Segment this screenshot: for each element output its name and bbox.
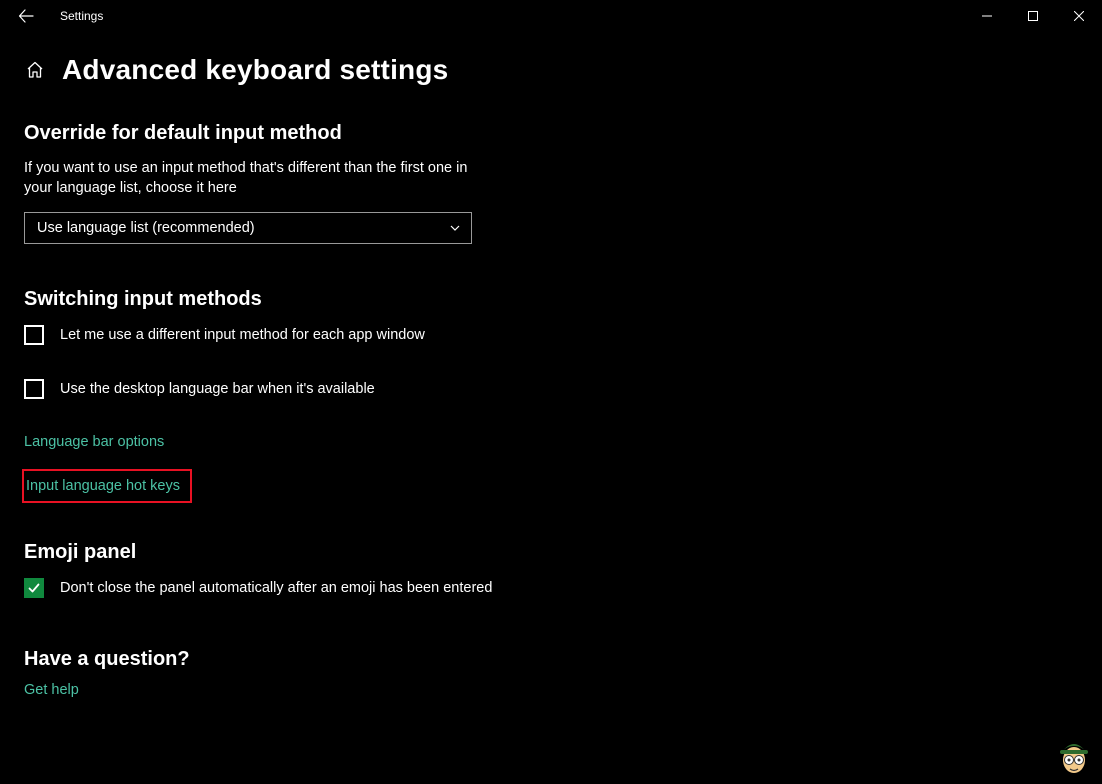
checkbox-per-app-label: Let me use a different input method for … bbox=[60, 327, 425, 343]
page-header: Advanced keyboard settings bbox=[24, 54, 1102, 86]
checkbox-row-language-bar: Use the desktop language bar when it's a… bbox=[24, 379, 1102, 399]
override-description: If you want to use an input method that'… bbox=[24, 159, 474, 198]
override-heading: Override for default input method bbox=[24, 122, 1102, 145]
maximize-icon bbox=[1028, 11, 1038, 21]
chevron-down-icon bbox=[449, 222, 461, 234]
checkbox-per-app[interactable] bbox=[24, 325, 44, 345]
minimize-icon bbox=[982, 11, 992, 21]
maximize-button[interactable] bbox=[1010, 0, 1056, 32]
input-language-hotkeys-link[interactable]: Input language hot keys bbox=[26, 478, 180, 494]
switching-heading: Switching input methods bbox=[24, 288, 1102, 311]
checkbox-row-per-app: Let me use a different input method for … bbox=[24, 325, 1102, 345]
checkbox-language-bar-label: Use the desktop language bar when it's a… bbox=[60, 381, 375, 397]
checkbox-emoji-panel[interactable] bbox=[24, 578, 44, 598]
dropdown-value: Use language list (recommended) bbox=[37, 220, 255, 236]
highlighted-link-box: Input language hot keys bbox=[22, 469, 192, 503]
language-bar-options-link[interactable]: Language bar options bbox=[24, 434, 164, 450]
checkbox-emoji-label: Don't close the panel automatically afte… bbox=[60, 580, 492, 596]
checkbox-row-emoji: Don't close the panel automatically afte… bbox=[24, 578, 1102, 598]
checkmark-icon bbox=[27, 581, 41, 595]
window-controls bbox=[964, 0, 1102, 32]
page-title: Advanced keyboard settings bbox=[62, 54, 448, 86]
checkbox-language-bar[interactable] bbox=[24, 379, 44, 399]
titlebar: Settings bbox=[0, 0, 1102, 32]
home-button[interactable] bbox=[24, 59, 46, 81]
input-method-dropdown[interactable]: Use language list (recommended) bbox=[24, 212, 472, 244]
get-help-link[interactable]: Get help bbox=[24, 682, 79, 698]
close-icon bbox=[1074, 11, 1084, 21]
mascot-icon bbox=[1056, 732, 1092, 776]
minimize-button[interactable] bbox=[964, 0, 1010, 32]
question-heading: Have a question? bbox=[24, 648, 1102, 671]
emoji-heading: Emoji panel bbox=[24, 541, 1102, 564]
back-button[interactable] bbox=[10, 0, 42, 32]
home-icon bbox=[25, 60, 45, 80]
content-area: Advanced keyboard settings Override for … bbox=[0, 32, 1102, 699]
close-button[interactable] bbox=[1056, 0, 1102, 32]
back-arrow-icon bbox=[18, 8, 34, 24]
window-title: Settings bbox=[60, 9, 103, 23]
